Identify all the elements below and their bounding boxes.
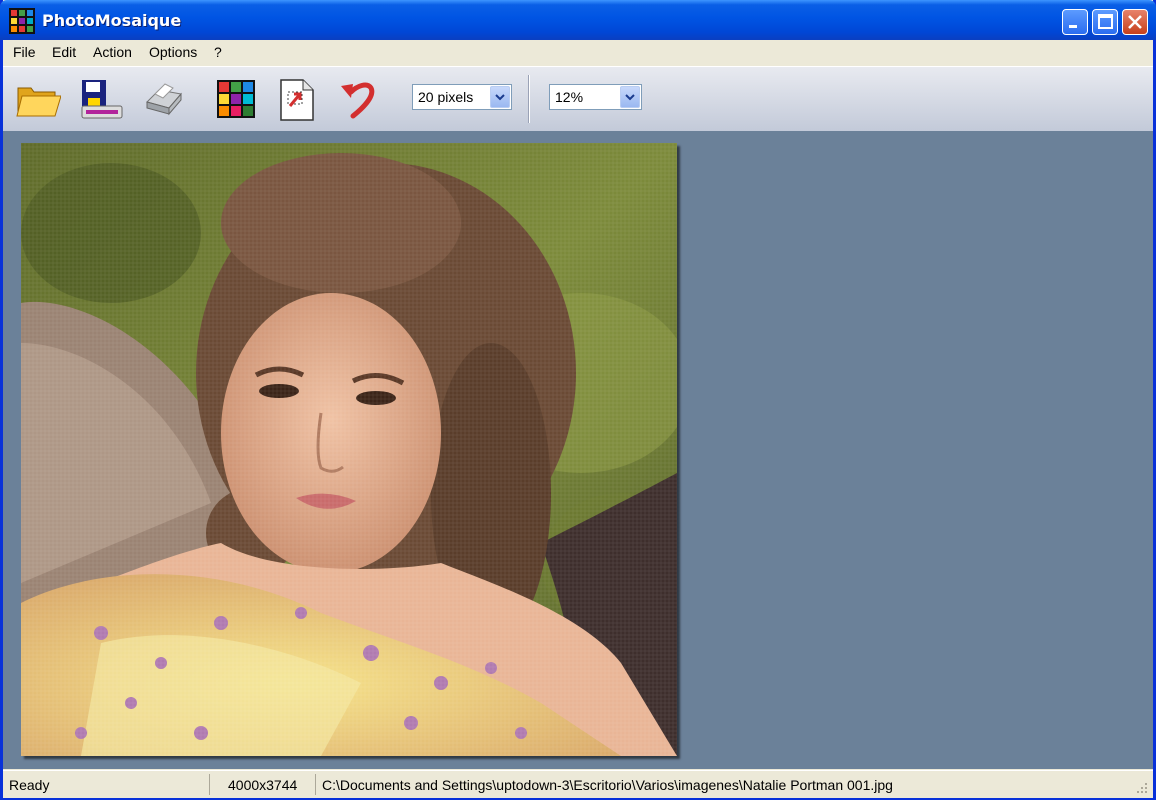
window-title: PhotoMosaique <box>42 11 182 30</box>
open-folder-icon[interactable] <box>15 76 61 122</box>
save-disk-icon[interactable] <box>78 76 124 122</box>
export-document-icon[interactable] <box>273 76 319 122</box>
canvas-workspace[interactable] <box>3 131 1153 769</box>
status-bar: Ready 4000x3744 C:\Documents and Setting… <box>3 770 1153 798</box>
zoom-value: 12% <box>555 89 584 105</box>
minimize-icon <box>1069 25 1077 28</box>
toolbar: 20 pixels 12% <box>3 66 1153 132</box>
mosaic-app-icon <box>9 8 35 34</box>
mosaic-photo <box>21 143 677 756</box>
maximize-icon <box>1098 14 1113 29</box>
status-dimensions: 4000x3744 <box>209 774 315 795</box>
minimize-button[interactable] <box>1062 9 1088 35</box>
mosaic-grid-icon[interactable] <box>213 76 259 122</box>
status-file-path: C:\Documents and Settings\uptodown-3\Esc… <box>315 774 1130 795</box>
tile-size-value: 20 pixels <box>418 89 474 105</box>
app-window: PhotoMosaique File Edit Action Options ? <box>0 0 1156 800</box>
resize-grip-icon[interactable] <box>1135 781 1149 795</box>
menu-file[interactable]: File <box>13 44 36 60</box>
menu-help[interactable]: ? <box>214 44 222 60</box>
menu-bar: File Edit Action Options ? <box>3 40 1153 65</box>
title-bar[interactable]: PhotoMosaique <box>0 0 1156 40</box>
status-state: Ready <box>9 777 50 793</box>
tile-size-select[interactable]: 20 pixels <box>412 84 512 110</box>
tile-size-dropdown-button[interactable] <box>490 86 510 108</box>
zoom-select[interactable]: 12% <box>549 84 642 110</box>
chevron-down-icon <box>625 94 635 101</box>
zoom-dropdown-button[interactable] <box>620 86 640 108</box>
print-icon[interactable] <box>139 76 185 122</box>
toolbar-separator <box>528 75 530 123</box>
menu-options[interactable]: Options <box>149 44 197 60</box>
maximize-button[interactable] <box>1092 9 1118 35</box>
close-icon <box>1128 15 1142 29</box>
close-button[interactable] <box>1122 9 1148 35</box>
chevron-down-icon <box>495 94 505 101</box>
undo-arrow-icon[interactable] <box>333 76 379 122</box>
menu-edit[interactable]: Edit <box>52 44 76 60</box>
menu-action[interactable]: Action <box>93 44 132 60</box>
